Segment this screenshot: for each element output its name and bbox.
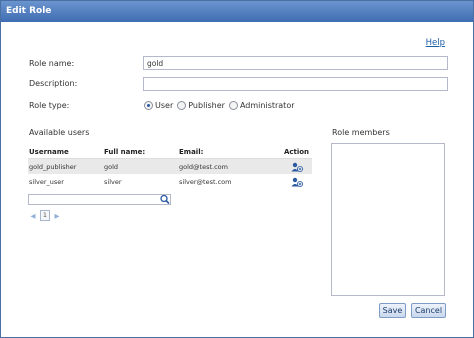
add-user-icon[interactable] <box>291 177 303 187</box>
table-row[interactable]: silver_user silver silver@test.com <box>28 174 312 189</box>
column-header-email[interactable]: Email: <box>179 148 281 156</box>
role-type-administrator-label: Administrator <box>239 100 295 110</box>
radio-unchecked-icon <box>228 100 238 110</box>
role-members-list[interactable] <box>331 143 445 296</box>
table-header: Username Full name: Email: Action <box>28 145 312 159</box>
available-users-table: Username Full name: Email: Action gold_p… <box>28 145 312 189</box>
radio-checked-icon <box>144 100 153 110</box>
cell-action <box>281 177 312 187</box>
user-search-input[interactable] <box>28 194 171 205</box>
role-type-user-radio[interactable]: User <box>144 100 174 110</box>
cell-username: gold_publisher <box>29 162 77 171</box>
cell-action <box>281 162 312 172</box>
role-type-publisher-radio[interactable]: Publisher <box>177 100 225 110</box>
cancel-button[interactable]: Cancel <box>411 303 446 318</box>
page-number-button[interactable]: 1 <box>40 210 50 221</box>
role-type-radio-group: User Publisher Administrator <box>144 99 299 111</box>
table-row[interactable]: gold_publisher gold gold@test.com <box>28 159 312 174</box>
edit-role-dialog: Edit Role Help Role name: Description: R… <box>0 0 474 338</box>
save-button[interactable]: Save <box>379 303 406 318</box>
role-name-label: Role name: <box>29 59 75 68</box>
cell-fullname: silver <box>104 177 122 186</box>
role-members-title: Role members <box>332 128 390 137</box>
prev-page-icon[interactable]: ◀ <box>28 211 38 221</box>
add-user-icon[interactable] <box>291 162 303 172</box>
cell-email: silver@test.com <box>179 177 232 186</box>
description-input[interactable] <box>143 77 448 91</box>
help-link[interactable]: Help <box>426 38 445 48</box>
role-type-administrator-radio[interactable]: Administrator <box>228 100 295 110</box>
cell-email: gold@test.com <box>179 162 228 171</box>
role-type-label: Role type: <box>29 101 70 110</box>
column-header-action: Action <box>283 147 310 156</box>
column-header-fullname[interactable]: Full name: <box>104 148 179 156</box>
role-type-publisher-label: Publisher <box>188 100 225 110</box>
description-label: Description: <box>29 79 78 88</box>
role-type-user-label: User <box>155 100 174 110</box>
cell-fullname: gold <box>104 162 119 171</box>
cell-username: silver_user <box>29 177 64 186</box>
pagination: ◀ 1 ▶ <box>28 210 62 221</box>
role-name-input[interactable] <box>143 56 448 70</box>
next-page-icon[interactable]: ▶ <box>52 211 62 221</box>
dialog-title[interactable]: Edit Role <box>1 1 473 22</box>
column-header-username[interactable]: Username <box>28 148 104 156</box>
radio-unchecked-icon <box>177 100 187 110</box>
search-icon[interactable] <box>159 194 171 205</box>
available-users-title: Available users <box>29 128 90 137</box>
